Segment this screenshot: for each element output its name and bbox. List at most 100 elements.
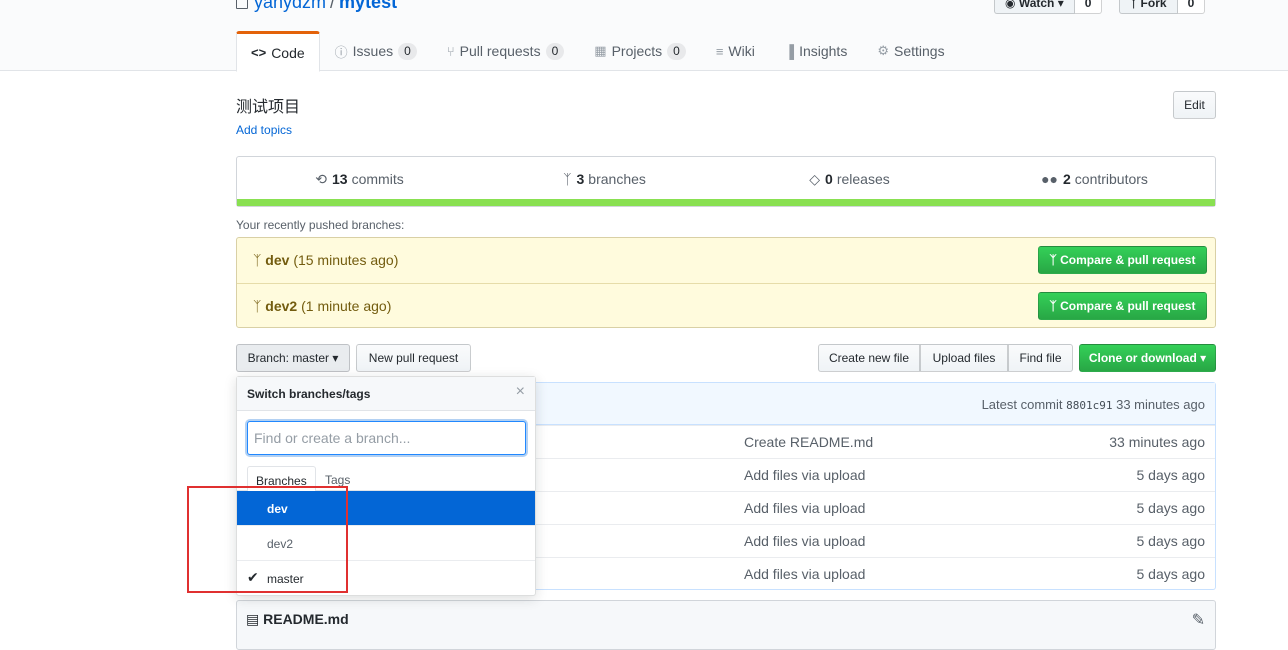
code-icon: <> bbox=[251, 45, 267, 60]
find-file-button[interactable]: Find file bbox=[1008, 344, 1073, 372]
gear-icon: ⚙ bbox=[877, 43, 889, 58]
releases-label: releases bbox=[836, 171, 890, 187]
edit-button[interactable]: Edit bbox=[1173, 91, 1216, 119]
branch-filter-input[interactable] bbox=[247, 421, 526, 455]
pencil-icon[interactable]: ✎ bbox=[1192, 610, 1205, 630]
fork-icon: ᛉ bbox=[1130, 0, 1141, 10]
repo-name-link[interactable]: mytest bbox=[339, 0, 397, 12]
compare-button-label: Compare & pull request bbox=[1060, 253, 1196, 267]
tab-projects[interactable]: ▦ Projects 0 bbox=[579, 31, 701, 71]
tab-wiki-label: Wiki bbox=[728, 43, 755, 59]
recent-branch-time: (15 minutes ago) bbox=[293, 252, 399, 268]
commit-message[interactable]: Add files via upload bbox=[744, 566, 865, 582]
tab-issues[interactable]: ⓘ Issues 0 bbox=[320, 31, 432, 71]
tab-code[interactable]: <> Code bbox=[236, 31, 320, 72]
clone-download-button[interactable]: Clone or download ▾ bbox=[1079, 344, 1216, 372]
repo-owner-link[interactable]: yanydzm bbox=[254, 0, 326, 12]
commit-message[interactable]: Add files via upload bbox=[744, 500, 865, 516]
commit-message[interactable]: Add files via upload bbox=[744, 467, 865, 483]
book-icon: ≡ bbox=[715, 43, 724, 59]
close-icon[interactable]: × bbox=[516, 383, 525, 401]
tag-icon: ◇ bbox=[809, 170, 821, 187]
recent-branches-label: Your recently pushed branches: bbox=[236, 218, 405, 232]
pull-requests-counter: 0 bbox=[545, 42, 565, 60]
dropdown-title: Switch branches/tags bbox=[247, 387, 371, 401]
watch-label: Watch ▾ bbox=[1018, 0, 1064, 10]
repo-title: yanydzm / mytest bbox=[236, 0, 397, 13]
commits-link[interactable]: ⟲ 13 commits bbox=[237, 157, 482, 201]
commit-sha[interactable]: 8801c91 bbox=[1066, 399, 1112, 412]
repo-icon bbox=[236, 0, 248, 9]
upload-files-button[interactable]: Upload files bbox=[920, 344, 1008, 372]
commit-message[interactable]: Add files via upload bbox=[744, 533, 865, 549]
commit-age: 5 days ago bbox=[1136, 533, 1206, 549]
readme-box: ▤ README.md ✎ bbox=[236, 600, 1216, 650]
recent-branch-name[interactable]: dev bbox=[265, 252, 289, 268]
tab-wiki[interactable]: ≡ Wiki bbox=[701, 31, 770, 71]
language-bar[interactable] bbox=[237, 199, 1215, 206]
recent-branch-row: ᛉ dev2 (1 minute ago) ᛉ Compare & pull r… bbox=[237, 283, 1215, 328]
tab-insights-label: Insights bbox=[799, 43, 848, 59]
graph-icon: ▐ bbox=[784, 43, 795, 59]
recent-branch-info: ᛉ dev (15 minutes ago) bbox=[253, 252, 398, 268]
recent-branch-time: (1 minute ago) bbox=[301, 298, 392, 314]
repo-header: yanydzm / mytest ◉ Watch ▾ 0 ᛉ Fork 0 <> C… bbox=[0, 0, 1288, 72]
compare-pull-request-button[interactable]: ᛉ Compare & pull request bbox=[1038, 292, 1207, 320]
repo-description: 测试项目 bbox=[236, 99, 301, 116]
fork-button[interactable]: ᛉ Fork bbox=[1119, 0, 1178, 14]
branch-icon: ᛉ bbox=[253, 298, 262, 314]
create-new-file-button[interactable]: Create new file bbox=[818, 344, 920, 372]
fork-group: ᛉ Fork 0 bbox=[1119, 0, 1206, 14]
tab-insights[interactable]: ▐ Insights bbox=[770, 31, 862, 71]
tab-pull-requests[interactable]: ⑂ Pull requests 0 bbox=[432, 31, 579, 71]
fork-count[interactable]: 0 bbox=[1177, 0, 1206, 14]
latest-commit: Latest commit 8801c91 33 minutes ago bbox=[982, 397, 1205, 412]
projects-counter: 0 bbox=[667, 42, 686, 60]
commit-message[interactable]: Create README.md bbox=[744, 434, 873, 450]
contributors-link[interactable]: ●● 2 contributors bbox=[972, 157, 1217, 201]
compare-pull-request-button[interactable]: ᛉ Compare & pull request bbox=[1038, 246, 1207, 274]
recent-branch-info: ᛉ dev2 (1 minute ago) bbox=[253, 298, 391, 314]
project-icon: ▦ bbox=[594, 43, 607, 58]
commits-label: commits bbox=[351, 171, 404, 187]
readme-title: ▤ README.md bbox=[246, 611, 349, 628]
pull-request-icon: ᛉ bbox=[1049, 253, 1061, 267]
repo-separator: / bbox=[330, 0, 336, 12]
tab-settings-label: Settings bbox=[893, 43, 945, 59]
tab-settings[interactable]: ⚙ Settings bbox=[862, 31, 959, 71]
numbers-summary: ⟲ 13 commits ᛉ 3 branches ◇ 0 releases ●… bbox=[236, 156, 1216, 207]
tab-pull-requests-label: Pull requests bbox=[459, 43, 541, 59]
branches-label: branches bbox=[588, 171, 646, 187]
new-pull-request-button[interactable]: New pull request bbox=[356, 344, 471, 372]
watch-group: ◉ Watch ▾ 0 bbox=[994, 0, 1103, 14]
watch-button[interactable]: ◉ Watch ▾ bbox=[994, 0, 1075, 14]
commit-age: 5 days ago bbox=[1136, 500, 1206, 516]
tab-code-label: Code bbox=[271, 44, 305, 61]
releases-link[interactable]: ◇ 0 releases bbox=[727, 157, 972, 201]
issues-counter: 0 bbox=[398, 42, 417, 60]
add-topics-link[interactable]: Add topics bbox=[236, 123, 292, 137]
fork-label: Fork bbox=[1140, 0, 1167, 10]
recent-branch-name[interactable]: dev2 bbox=[265, 298, 297, 314]
contributors-label: contributors bbox=[1074, 171, 1148, 187]
branches-count: 3 bbox=[576, 171, 585, 187]
issue-icon: ⓘ bbox=[334, 44, 348, 60]
recent-branch-row: ᛉ dev (15 minutes ago) ᛉ Compare & pull … bbox=[237, 238, 1215, 283]
compare-button-label: Compare & pull request bbox=[1060, 299, 1196, 313]
pull-request-icon: ᛉ bbox=[1049, 299, 1061, 313]
commit-age: 5 days ago bbox=[1136, 467, 1206, 483]
releases-count: 0 bbox=[825, 171, 833, 187]
latest-commit-label: Latest commit bbox=[981, 397, 1063, 412]
branch-icon: ᛉ bbox=[563, 171, 572, 187]
contributors-count: 2 bbox=[1062, 171, 1071, 187]
history-icon: ⟲ bbox=[315, 170, 328, 187]
dropdown-header: Switch branches/tags × bbox=[237, 377, 535, 411]
latest-commit-age: 33 minutes ago bbox=[1116, 397, 1205, 412]
recent-branches: ᛉ dev (15 minutes ago) ᛉ Compare & pull … bbox=[236, 237, 1216, 328]
branch-select-button[interactable]: Branch: master ▾ bbox=[236, 344, 350, 372]
pull-request-icon: ⑂ bbox=[446, 43, 455, 59]
watch-count[interactable]: 0 bbox=[1074, 0, 1103, 14]
annotation-highlight-box bbox=[187, 486, 348, 593]
branches-link[interactable]: ᛉ 3 branches bbox=[482, 157, 727, 201]
book-icon: ▤ bbox=[246, 611, 264, 627]
